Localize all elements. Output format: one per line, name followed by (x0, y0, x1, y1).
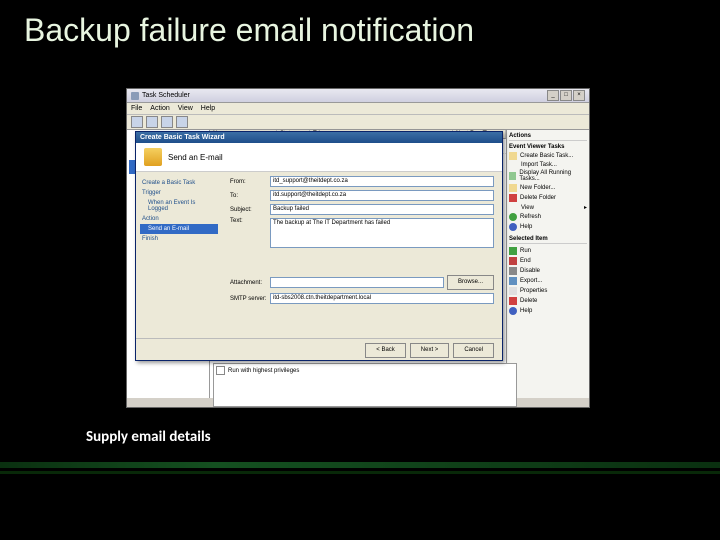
actions-header: Actions (509, 132, 587, 141)
wand-icon (509, 152, 517, 160)
text-label: Text: (230, 218, 270, 224)
help-icon (509, 307, 517, 315)
action-properties[interactable]: Properties (509, 286, 587, 296)
chevron-right-icon: ▸ (584, 204, 587, 211)
menu-action[interactable]: Action (150, 105, 169, 112)
action-display-all[interactable]: Display All Running Tasks... (509, 169, 587, 183)
action-import[interactable]: Import Task... (509, 161, 587, 169)
step-create[interactable]: Create a Basic Task (140, 178, 218, 188)
step-trigger[interactable]: Trigger (140, 188, 218, 198)
actions-pane: Actions Event Viewer Tasks Create Basic … (506, 130, 589, 398)
wizard-header: Send an E-mail (136, 143, 502, 172)
step-action[interactable]: Action (140, 214, 218, 224)
action-end[interactable]: End (509, 256, 587, 266)
attachment-input[interactable] (270, 277, 444, 288)
selected-item-header: Selected Item (509, 235, 587, 244)
app-icon (131, 92, 139, 100)
close-button[interactable]: × (573, 90, 585, 101)
decorative-bar (0, 462, 720, 468)
wizard-header-text: Send an E-mail (168, 153, 223, 162)
action-delete-folder[interactable]: Delete Folder (509, 193, 587, 203)
create-basic-task-wizard: Create Basic Task Wizard Send an E-mail … (135, 131, 503, 361)
step-when-event[interactable]: When an Event Is Logged (140, 198, 218, 214)
menu-help[interactable]: Help (201, 105, 215, 112)
properties-icon (509, 287, 517, 295)
wizard-titlebar: Create Basic Task Wizard (136, 132, 502, 143)
minimize-button[interactable]: _ (547, 90, 559, 101)
disable-icon (509, 267, 517, 275)
next-button[interactable]: Next > (410, 343, 450, 358)
slide-title: Backup failure email notification (0, 0, 720, 49)
action-view[interactable]: View▸ (509, 203, 587, 212)
action-run[interactable]: Run (509, 246, 587, 256)
toolbar-forward-icon[interactable] (146, 116, 158, 128)
action-disable[interactable]: Disable (509, 266, 587, 276)
wizard-steps: Create a Basic Task Trigger When an Even… (136, 172, 222, 338)
step-finish[interactable]: Finish (140, 234, 218, 244)
action-export[interactable]: Export... (509, 276, 587, 286)
decorative-bar-2 (0, 471, 720, 474)
task-properties-pane: Run with highest privileges (213, 363, 517, 407)
menu-bar: File Action View Help (127, 103, 589, 115)
checkbox-icon (216, 366, 225, 375)
back-button[interactable]: < Back (365, 343, 406, 358)
action-create-basic[interactable]: Create Basic Task... (509, 151, 587, 161)
to-input[interactable]: itd.support@theitdept.co.za (270, 190, 494, 201)
play-icon (509, 247, 517, 255)
stop-icon (509, 257, 517, 265)
text-input[interactable]: The backup at The IT Department has fail… (270, 218, 494, 248)
email-icon (144, 148, 162, 166)
attachment-label: Attachment: (230, 280, 270, 286)
toolbar (127, 115, 589, 130)
smtp-label: SMTP server: (230, 296, 270, 302)
action-delete[interactable]: Delete (509, 296, 587, 306)
browse-button[interactable]: Browse... (447, 275, 494, 290)
wizard-form: From:itd_support@theitdept.co.za To:itd.… (222, 172, 502, 338)
export-icon (509, 277, 517, 285)
actions-subheader: Event Viewer Tasks (509, 143, 587, 151)
slide-caption: Supply email details (86, 428, 211, 446)
list-icon (509, 172, 516, 180)
menu-file[interactable]: File (131, 105, 142, 112)
subject-label: Subject: (230, 207, 270, 213)
help-icon (509, 223, 517, 231)
from-input[interactable]: itd_support@theitdept.co.za (270, 176, 494, 187)
to-label: To: (230, 193, 270, 199)
run-highest-checkbox[interactable]: Run with highest privileges (216, 366, 514, 375)
toolbar-help-icon[interactable] (176, 116, 188, 128)
task-scheduler-window: Task Scheduler _ □ × File Action View He… (126, 88, 590, 408)
action-new-folder[interactable]: New Folder... (509, 183, 587, 193)
delete-icon (509, 194, 517, 202)
folder-icon (509, 184, 517, 192)
refresh-icon (509, 213, 517, 221)
step-send-email[interactable]: Send an E-mail (140, 224, 218, 234)
toolbar-back-icon[interactable] (131, 116, 143, 128)
cancel-button[interactable]: Cancel (453, 343, 494, 358)
maximize-button[interactable]: □ (560, 90, 572, 101)
action-help[interactable]: Help (509, 222, 587, 232)
from-label: From: (230, 179, 270, 185)
wizard-buttons: < Back Next > Cancel (136, 338, 502, 362)
action-help-2[interactable]: Help (509, 306, 587, 316)
action-refresh[interactable]: Refresh (509, 212, 587, 222)
window-title-text: Task Scheduler (142, 92, 190, 99)
window-titlebar: Task Scheduler _ □ × (127, 89, 589, 103)
delete-icon (509, 297, 517, 305)
menu-view[interactable]: View (178, 105, 193, 112)
smtp-input[interactable]: itd-sbs2008.ctn.theitdepartment.local (270, 293, 494, 304)
subject-input[interactable]: Backup failed (270, 204, 494, 215)
toolbar-refresh-icon[interactable] (161, 116, 173, 128)
